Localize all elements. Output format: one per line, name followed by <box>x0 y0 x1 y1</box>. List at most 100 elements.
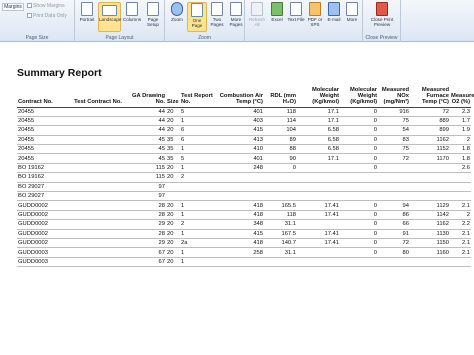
table-cell: 115 <box>123 172 166 183</box>
one-page-button[interactable]: One Page <box>187 2 207 32</box>
table-row[interactable]: GUDD0003 67 20 1 258 31.1 0 80 1160 2.1 <box>17 247 471 258</box>
zoom-button[interactable]: Zoom <box>167 2 187 32</box>
column-header[interactable]: GA Drawing No. <box>123 85 166 108</box>
table-cell: 20 <box>166 125 180 136</box>
table-cell: GUDD0002 <box>17 219 61 230</box>
table-cell: 1142 <box>410 210 450 221</box>
table-cell: 20 <box>166 238 180 249</box>
pdf-or-xps-button[interactable]: PDF or XPS <box>305 2 325 32</box>
table-cell: 1.8 <box>450 144 471 155</box>
column-header[interactable]: Measured NOx (mg/Nm³) <box>378 85 410 108</box>
column-header[interactable]: Test Report No. <box>180 85 216 108</box>
table-cell: 1160 <box>410 247 450 258</box>
table-row[interactable]: 20455 45 35 6 413 89 6.58 0 83 1162 2 <box>17 135 471 146</box>
table-row[interactable]: 20455 45 35 1 410 88 6.58 0 75 1152 1.8 <box>17 144 471 155</box>
table-cell: 1 <box>180 210 216 221</box>
table-row[interactable]: 20455 44 20 5 401 118 17.1 0 916 72 2.3 <box>17 107 471 117</box>
refresh-all-button[interactable]: Refresh All <box>247 2 267 32</box>
table-cell: 0 <box>340 210 378 221</box>
column-header[interactable]: Measured Furnace Temp (°C) <box>410 85 450 108</box>
zoom-group-label: Zoom <box>198 35 211 41</box>
table-row[interactable]: BO 19162 115 20 2 <box>17 172 471 183</box>
table-cell: 2.3 <box>450 107 471 117</box>
column-header[interactable]: Molecular Weight (Kg/kmol) <box>340 85 378 108</box>
summary-table: Contract No. Test Contract No. GA Drawin… <box>17 85 474 268</box>
magnifier-icon <box>171 2 183 16</box>
table-row[interactable]: BO 19162 115 20 1 248 0 0 2.6 <box>17 163 471 174</box>
table-cell: 17.1 <box>297 107 340 117</box>
table-cell: 2.2 <box>450 219 471 230</box>
table-cell <box>340 182 378 193</box>
table-row[interactable]: 20455 44 20 1 403 114 17.1 0 75 889 1.7 <box>17 116 471 127</box>
column-header[interactable]: Combustion Air Temp (°C) <box>216 85 264 108</box>
email-icon <box>328 2 340 16</box>
table-cell <box>378 191 410 202</box>
two-pages-button[interactable]: Two Pages <box>207 2 227 32</box>
column-header[interactable]: Molecular Weight (Kg/kmol) <box>297 85 340 108</box>
table-row[interactable]: GUDD0002 29 20 2 348 31.1 0 66 1162 2.2 <box>17 219 471 230</box>
column-header[interactable]: Test Contract No. <box>61 85 123 108</box>
table-cell <box>61 153 123 164</box>
column-header[interactable]: Measured O2 (%) <box>450 85 474 108</box>
table-row[interactable]: GUDD0003 67 20 1 <box>17 257 471 268</box>
close-print-preview-button[interactable]: Close Print Preview <box>367 2 397 32</box>
table-cell: 1162 <box>410 135 450 146</box>
table-row[interactable]: GUDD0002 28 20 1 418 118 17.41 0 86 1142 2 <box>17 210 471 221</box>
more-button[interactable]: More <box>342 2 362 32</box>
table-row[interactable]: GUDD0002 28 20 1 415 167.5 17.41 0 91 1130 2.1 <box>17 229 471 239</box>
column-header[interactable]: Contract No. <box>17 85 61 108</box>
table-cell <box>61 200 123 211</box>
table-cell: 258 <box>216 247 264 258</box>
margins-button[interactable]: Margins <box>2 3 24 11</box>
table-cell: 31.1 <box>264 219 297 230</box>
table-row[interactable]: GUDD0002 29 20 2a 418 140.7 17.41 0 72 1150 2.1 <box>17 238 471 249</box>
text-file-button[interactable]: Text File <box>286 2 306 32</box>
table-row[interactable]: BO 29027 97 <box>17 191 471 202</box>
email-button[interactable]: E-mail <box>324 2 344 32</box>
table-cell: 6 <box>180 125 216 136</box>
table-cell: 0 <box>340 229 378 239</box>
table-cell <box>264 182 297 193</box>
show-margins-checkbox[interactable]: Show Margins <box>27 3 65 9</box>
table-cell: 90 <box>264 153 297 164</box>
table-row[interactable]: 20455 44 20 6 415 104 6.58 0 54 899 1.9 <box>17 125 471 136</box>
columns-button[interactable]: Columns <box>122 2 142 32</box>
table-row[interactable]: BO 29027 97 <box>17 182 471 193</box>
table-cell <box>410 182 450 193</box>
page-size-group-label: Page Size <box>25 35 49 41</box>
table-cell <box>450 182 471 193</box>
excel-button[interactable]: Excel <box>267 2 287 32</box>
table-cell <box>216 172 264 183</box>
table-cell: 6.58 <box>297 135 340 146</box>
page-setup-button[interactable]: Page Setup <box>143 2 163 32</box>
table-cell: BO 29027 <box>17 182 61 193</box>
table-cell: 20 <box>166 257 180 268</box>
table-cell <box>61 135 123 146</box>
table-row[interactable]: GUDD0002 28 20 1 418 165.5 17.41 0 94 1129 2.1 <box>17 200 471 211</box>
column-header[interactable]: RDL (mm H₂O) <box>264 85 297 108</box>
table-cell: 35 <box>166 135 180 146</box>
landscape-button[interactable]: Landscape <box>98 2 121 32</box>
more-pages-button[interactable]: More Pages <box>226 2 246 32</box>
table-cell: GUDD0002 <box>17 238 61 249</box>
table-cell: 86 <box>378 210 410 221</box>
table-cell: 17.41 <box>297 210 340 221</box>
table-cell: 97 <box>123 191 166 202</box>
table-cell: 415 <box>216 229 264 239</box>
print-data-only-label: Print Data Only <box>33 13 67 19</box>
table-cell <box>450 191 471 202</box>
column-header[interactable]: Size <box>166 85 180 108</box>
print-data-only-checkbox[interactable]: Print Data Only <box>27 13 67 19</box>
table-cell: 889 <box>410 116 450 127</box>
table-cell: 83 <box>378 135 410 146</box>
table-cell <box>166 182 180 193</box>
table-cell: 1150 <box>410 238 450 249</box>
table-cell <box>180 191 216 202</box>
table-cell: 1162 <box>410 219 450 230</box>
table-cell: 1 <box>180 144 216 155</box>
portrait-button[interactable]: Portrait <box>77 2 97 32</box>
portrait-icon <box>81 2 93 16</box>
table-row[interactable]: 20455 45 35 5 401 90 17.1 0 72 1170 1.8 <box>17 153 471 164</box>
table-cell: 1129 <box>410 200 450 211</box>
table-cell <box>297 163 340 174</box>
